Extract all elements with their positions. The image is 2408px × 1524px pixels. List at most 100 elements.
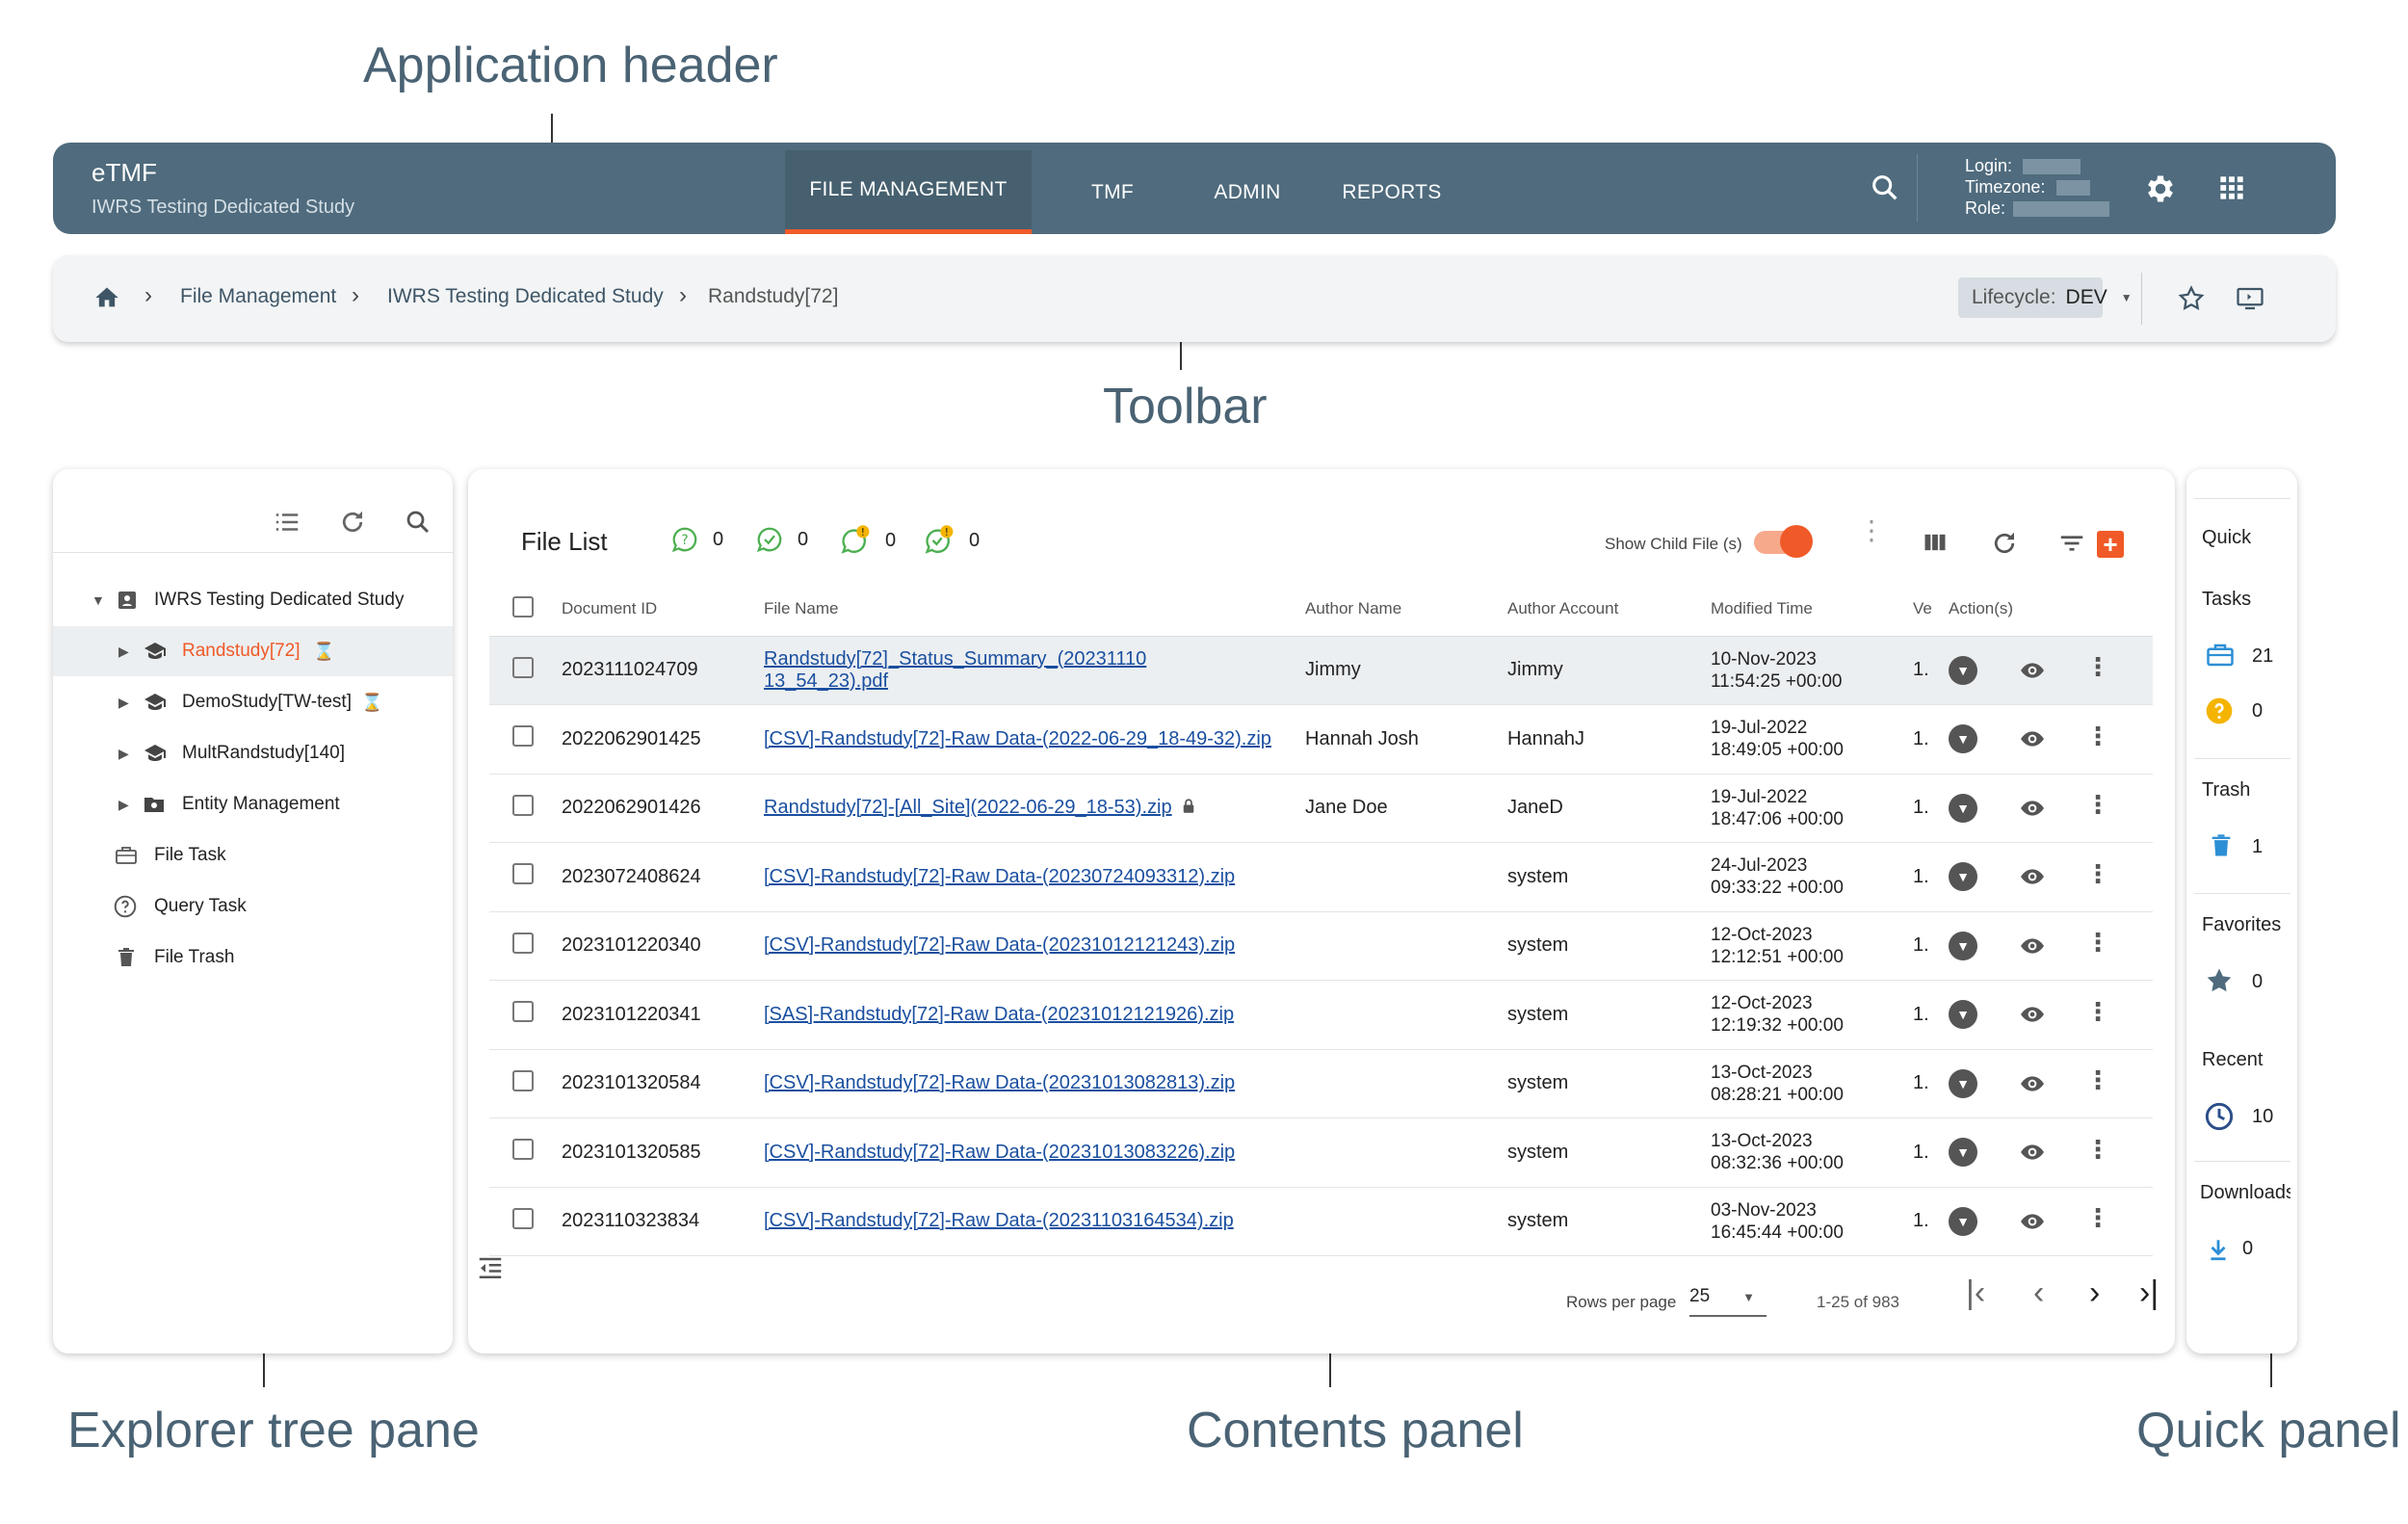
file-name-link[interactable]: [SAS]-Randstudy[72]-Raw Data-(2023101212…	[764, 1004, 1234, 1025]
file-name-link[interactable]: [CSV]-Randstudy[72]-Raw Data-(2023101308…	[764, 1072, 1235, 1093]
last-page-icon[interactable]: ›|	[2139, 1274, 2159, 1312]
file-name-link[interactable]: Randstudy[72]-[All_Site](2022-06-29_18-5…	[764, 797, 1172, 818]
pending-counter[interactable]: ! 0	[839, 525, 896, 556]
expand-actions-icon[interactable]: ▼	[1949, 793, 1977, 823]
row-checkbox[interactable]	[512, 1139, 534, 1161]
table-row[interactable]: 2023101220341 [SAS]-Randstudy[72]-Raw Dat…	[489, 980, 2153, 1050]
star-outline-icon[interactable]	[2177, 284, 2206, 313]
clock-icon[interactable]	[2204, 1101, 2235, 1132]
col-modified-time[interactable]: Modified Time	[1711, 583, 1913, 637]
toggle-knob[interactable]	[1780, 525, 1813, 558]
expand-actions-icon[interactable]: ▼	[1949, 1138, 1977, 1168]
search-icon[interactable]	[404, 508, 432, 537]
collapse-pane-icon[interactable]	[476, 1254, 505, 1283]
eye-icon[interactable]	[2016, 933, 2049, 959]
tree-item-multrandstudy[interactable]: ▶ MultRandstudy[140]	[53, 728, 453, 778]
tree-item-root-study[interactable]: ▼ IWRS Testing Dedicated Study	[53, 575, 453, 625]
add-file-button[interactable]: +	[2097, 531, 2124, 558]
tab-reports[interactable]: REPORTS	[1329, 150, 1454, 234]
chevron-right-icon[interactable]: ▶	[118, 695, 129, 711]
eye-icon[interactable]	[2016, 796, 2049, 821]
eye-icon[interactable]	[2016, 864, 2049, 889]
next-page-icon[interactable]: ›	[2089, 1274, 2100, 1312]
first-page-icon[interactable]: |‹	[1966, 1274, 1985, 1312]
home-icon[interactable]	[93, 284, 120, 311]
table-row[interactable]: 2023101220340 [CSV]-Randstudy[72]-Raw Dat…	[489, 911, 2153, 981]
expand-actions-icon[interactable]: ▼	[1949, 1000, 1977, 1030]
file-name-link[interactable]: [CSV]-Randstudy[72]-Raw Data-(2023110316…	[764, 1210, 1234, 1231]
table-row[interactable]: 2023101320584 [CSV]-Randstudy[72]-Raw Dat…	[489, 1049, 2153, 1118]
monitor-icon[interactable]	[2235, 284, 2265, 313]
col-version[interactable]: Ve	[1913, 583, 1949, 637]
more-vert-icon[interactable]: ⋮	[2085, 792, 2110, 817]
breadcrumb-study[interactable]: IWRS Testing Dedicated Study	[387, 285, 664, 308]
breadcrumb-file-management[interactable]: File Management	[180, 285, 336, 308]
apps-grid-icon[interactable]	[2218, 174, 2245, 201]
tree-item-randstudy[interactable]: ▶ Randstudy[72] ⌛	[53, 626, 453, 676]
row-checkbox[interactable]	[512, 794, 534, 816]
table-row[interactable]: 2023110323834 [CSV]-Randstudy[72]-Raw Dat…	[489, 1187, 2153, 1256]
eye-icon[interactable]	[2016, 1140, 2049, 1165]
filter-icon[interactable]	[2057, 529, 2086, 558]
more-vert-icon[interactable]: ⋮	[2085, 1067, 2110, 1092]
expand-actions-icon[interactable]: ▼	[1949, 655, 1977, 685]
file-name-link[interactable]: [CSV]-Randstudy[72]-Raw Data-(2022-06-29…	[764, 728, 1271, 749]
refresh-icon[interactable]	[1990, 529, 2019, 558]
table-row[interactable]: 2023101320585 [CSV]-Randstudy[72]-Raw Dat…	[489, 1117, 2153, 1188]
more-vert-icon[interactable]: ⋮	[1858, 517, 1885, 544]
rows-per-page-select[interactable]: 25 ▼	[1689, 1278, 1767, 1317]
query-counter[interactable]: ? 0	[670, 525, 723, 554]
more-vert-icon[interactable]: ⋮	[2085, 723, 2110, 749]
expand-actions-icon[interactable]: ▼	[1949, 862, 1977, 892]
tree-item-entity-management[interactable]: ▶ Entity Management	[53, 779, 453, 829]
col-author-name[interactable]: Author Name	[1305, 583, 1507, 637]
tree-item-query-task[interactable]: Query Task	[53, 881, 453, 932]
table-row[interactable]: 2022062901425 [CSV]-Randstudy[72]-Raw Dat…	[489, 704, 2153, 775]
chevron-right-icon[interactable]: ▶	[118, 797, 129, 813]
tab-admin[interactable]: ADMIN	[1185, 150, 1310, 234]
col-document-id[interactable]: Document ID	[562, 583, 764, 637]
tree-item-file-task[interactable]: File Task	[53, 830, 453, 880]
lifecycle-select[interactable]: Lifecycle: DEV ▼	[1958, 277, 2133, 318]
overdue-counter[interactable]: ! 0	[923, 525, 980, 556]
prev-page-icon[interactable]: ‹	[2033, 1274, 2044, 1312]
columns-icon[interactable]	[1921, 529, 1950, 556]
tree-item-demostudy[interactable]: ▶ DemoStudy[TW-test] ⌛	[53, 677, 453, 727]
eye-icon[interactable]	[2016, 726, 2049, 751]
eye-icon[interactable]	[2016, 1002, 2049, 1027]
list-icon[interactable]	[273, 508, 301, 537]
tree-item-file-trash[interactable]: File Trash	[53, 933, 453, 983]
expand-actions-icon[interactable]: ▼	[1949, 1068, 1977, 1098]
row-checkbox[interactable]	[512, 863, 534, 885]
star-icon[interactable]	[2204, 966, 2235, 995]
row-checkbox[interactable]	[512, 1069, 534, 1091]
briefcase-icon[interactable]	[2204, 641, 2237, 670]
tab-file-management[interactable]: FILE MANAGEMENT	[785, 150, 1032, 234]
help-circle-icon[interactable]	[2204, 696, 2235, 726]
search-icon[interactable]	[1869, 171, 1901, 204]
more-vert-icon[interactable]: ⋮	[2085, 861, 2110, 886]
expand-actions-icon[interactable]: ▼	[1949, 931, 1977, 960]
more-vert-icon[interactable]: ⋮	[2085, 1205, 2110, 1230]
download-icon[interactable]	[2206, 1236, 2231, 1263]
table-row[interactable]: 2022062901426 Randstudy[72]-[All_Site](20…	[489, 774, 2153, 843]
answered-counter[interactable]: 0	[755, 525, 808, 554]
file-name-link[interactable]: [CSV]-Randstudy[72]-Raw Data-(2023101212…	[764, 934, 1235, 956]
row-checkbox[interactable]	[512, 725, 534, 748]
select-all-checkbox[interactable]	[512, 595, 534, 617]
col-author-account[interactable]: Author Account	[1507, 583, 1711, 637]
table-row[interactable]: 2023072408624 [CSV]-Randstudy[72]-Raw Dat…	[489, 842, 2153, 912]
more-vert-icon[interactable]: ⋮	[2085, 654, 2110, 679]
eye-icon[interactable]	[2016, 1071, 2049, 1096]
chevron-down-icon[interactable]: ▼	[92, 592, 105, 608]
refresh-icon[interactable]	[338, 508, 367, 537]
eye-icon[interactable]	[2016, 1209, 2049, 1234]
tab-tmf[interactable]: TMF	[1055, 150, 1170, 234]
expand-actions-icon[interactable]: ▼	[1949, 724, 1977, 754]
chevron-right-icon[interactable]: ▶	[118, 644, 129, 660]
table-row[interactable]: 2023111024709 Randstudy[72]_Status_Summar…	[489, 636, 2153, 705]
chevron-right-icon[interactable]: ▶	[118, 746, 129, 762]
eye-icon[interactable]	[2016, 658, 2049, 683]
more-vert-icon[interactable]: ⋮	[2085, 1137, 2110, 1162]
file-name-link[interactable]: [CSV]-Randstudy[72]-Raw Data-(2023101308…	[764, 1142, 1235, 1163]
